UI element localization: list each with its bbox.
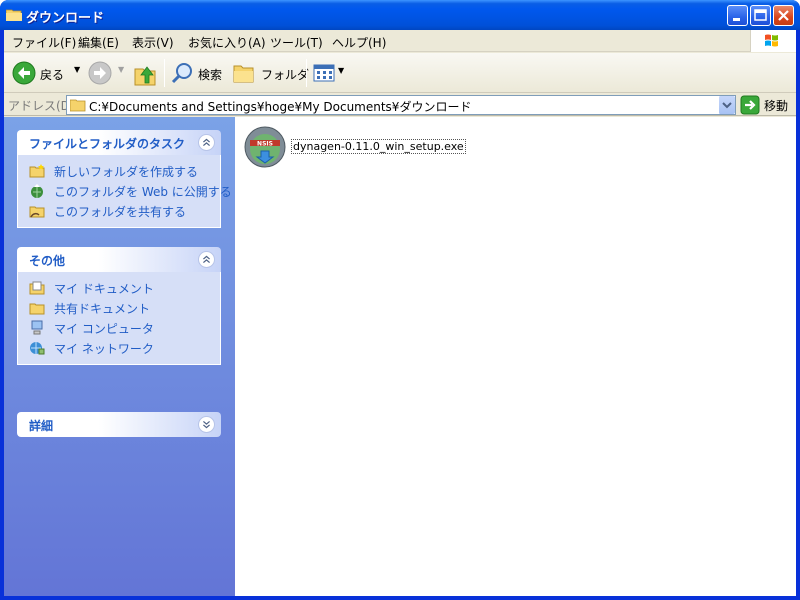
address-bar: アドレス(D) C:¥Documents and Settings¥hoge¥M… bbox=[4, 94, 796, 116]
panel-header[interactable]: 詳細 bbox=[17, 412, 221, 437]
close-button[interactable] bbox=[773, 5, 794, 26]
file-folder-tasks-panel: ファイルとフォルダのタスク 新しいフォルダを作成する このフォルダを Web に… bbox=[17, 130, 232, 228]
place-my-documents[interactable]: マイ ドキュメント bbox=[18, 278, 220, 298]
folders-label: フォルダ bbox=[261, 68, 310, 82]
forward-arrow-icon bbox=[88, 61, 112, 85]
task-new-folder[interactable]: 新しいフォルダを作成する bbox=[18, 161, 220, 181]
chevron-down-icon[interactable] bbox=[198, 416, 215, 433]
file-name: dynagen-0.11.0_win_setup.exe bbox=[291, 139, 466, 154]
panel-title: その他 bbox=[29, 254, 66, 268]
search-label: 検索 bbox=[198, 68, 223, 82]
task-share-folder[interactable]: このフォルダを共有する bbox=[18, 201, 220, 221]
nsis-installer-icon: NSIS bbox=[244, 126, 286, 168]
place-label: マイ コンピュータ bbox=[54, 322, 154, 336]
task-label: このフォルダを共有する bbox=[54, 205, 187, 219]
panel-header[interactable]: ファイルとフォルダのタスク bbox=[17, 130, 221, 155]
details-panel: 詳細 bbox=[17, 412, 221, 437]
share-folder-icon bbox=[29, 206, 45, 218]
search-icon bbox=[171, 63, 192, 84]
address-input[interactable]: C:¥Documents and Settings¥hoge¥My Docume… bbox=[66, 95, 736, 115]
address-dropdown-button[interactable] bbox=[718, 96, 735, 114]
chevron-up-icon[interactable] bbox=[198, 134, 215, 151]
windows-logo bbox=[750, 30, 796, 52]
folder-icon bbox=[70, 99, 86, 112]
menu-edit[interactable]: 編集(E) bbox=[78, 34, 119, 51]
panel-title: 詳細 bbox=[29, 419, 54, 433]
explorer-window: ダウンロード ファイル(F) 編集(E) 表示(V) お気に入り(A) ツール(… bbox=[0, 0, 800, 600]
place-my-computer[interactable]: マイ コンピュータ bbox=[18, 318, 220, 338]
window-title: ダウンロード bbox=[26, 11, 105, 26]
folders-button[interactable]: フォルダ bbox=[232, 61, 309, 85]
toolbar-separator bbox=[306, 59, 307, 87]
maximize-button[interactable] bbox=[750, 5, 771, 26]
go-arrow-icon bbox=[740, 95, 760, 115]
panel-title: ファイルとフォルダのタスク bbox=[29, 137, 186, 151]
address-label: アドレス(D) bbox=[8, 99, 75, 113]
menu-tools[interactable]: ツール(T) bbox=[270, 34, 323, 51]
title-bar[interactable]: ダウンロード bbox=[0, 0, 800, 30]
other-places-panel: その他 マイ ドキュメント 共有ドキュメント マイ コンピュータ マイ ネットワ… bbox=[17, 247, 221, 365]
up-folder-icon bbox=[134, 66, 156, 86]
place-label: マイ ドキュメント bbox=[54, 282, 154, 296]
go-label: 移動 bbox=[764, 99, 789, 113]
forward-button[interactable]: ▼ bbox=[88, 61, 128, 85]
toolbar-separator bbox=[164, 59, 165, 87]
chevron-up-icon[interactable] bbox=[198, 251, 215, 268]
address-text: C:¥Documents and Settings¥hoge¥My Docume… bbox=[89, 100, 472, 114]
task-label: このフォルダを Web に公開する bbox=[54, 185, 232, 199]
task-web-publish[interactable]: このフォルダを Web に公開する bbox=[18, 181, 232, 201]
views-dropdown-icon[interactable]: ▼ bbox=[338, 66, 344, 75]
menu-view[interactable]: 表示(V) bbox=[132, 34, 174, 51]
file-list[interactable]: NSIS dynagen-0.11.0_win_setup.exe bbox=[235, 117, 796, 596]
back-button[interactable]: 戻る ▼ bbox=[10, 59, 80, 87]
back-arrow-icon bbox=[12, 61, 36, 85]
new-folder-icon bbox=[29, 164, 45, 178]
search-button[interactable]: 検索 bbox=[170, 61, 228, 85]
menu-bar: ファイル(F) 編集(E) 表示(V) お気に入り(A) ツール(T) ヘルプ(… bbox=[4, 30, 796, 52]
menu-help[interactable]: ヘルプ(H) bbox=[332, 34, 386, 51]
back-dropdown-icon[interactable]: ▼ bbox=[74, 65, 80, 74]
nsis-label: NSIS bbox=[257, 141, 273, 148]
minimize-icon bbox=[733, 18, 740, 21]
panel-header[interactable]: その他 bbox=[17, 247, 221, 272]
close-icon bbox=[778, 10, 789, 21]
place-label: マイ ネットワーク bbox=[54, 342, 154, 356]
folders-icon bbox=[233, 65, 254, 83]
chevron-down-icon bbox=[722, 102, 732, 109]
place-my-network[interactable]: マイ ネットワーク bbox=[18, 338, 220, 358]
forward-dropdown-icon[interactable]: ▼ bbox=[118, 65, 124, 74]
task-pane: ファイルとフォルダのタスク 新しいフォルダを作成する このフォルダを Web に… bbox=[4, 117, 235, 596]
views-button[interactable]: ▼ bbox=[312, 61, 346, 85]
web-publish-icon bbox=[31, 184, 43, 198]
minimize-button[interactable] bbox=[727, 5, 748, 26]
menu-file[interactable]: ファイル(F) bbox=[12, 34, 76, 51]
toolbar: 戻る ▼ ▼ 検索 フォルダ ▼ bbox=[4, 53, 796, 93]
up-folder-button[interactable] bbox=[132, 61, 160, 87]
maximize-icon bbox=[754, 9, 767, 21]
menu-favorites[interactable]: お気に入り(A) bbox=[188, 34, 266, 51]
back-label: 戻る bbox=[40, 68, 65, 82]
window-frame: ファイル(F) 編集(E) 表示(V) お気に入り(A) ツール(T) ヘルプ(… bbox=[4, 30, 796, 596]
my-network-icon bbox=[30, 342, 45, 355]
my-computer-icon bbox=[31, 320, 43, 335]
place-label: 共有ドキュメント bbox=[54, 302, 151, 316]
views-icon bbox=[313, 64, 335, 82]
place-shared-documents[interactable]: 共有ドキュメント bbox=[18, 298, 220, 318]
task-label: 新しいフォルダを作成する bbox=[54, 165, 199, 179]
folder-icon bbox=[6, 9, 22, 21]
shared-documents-icon bbox=[29, 303, 45, 315]
my-documents-icon bbox=[29, 281, 45, 295]
